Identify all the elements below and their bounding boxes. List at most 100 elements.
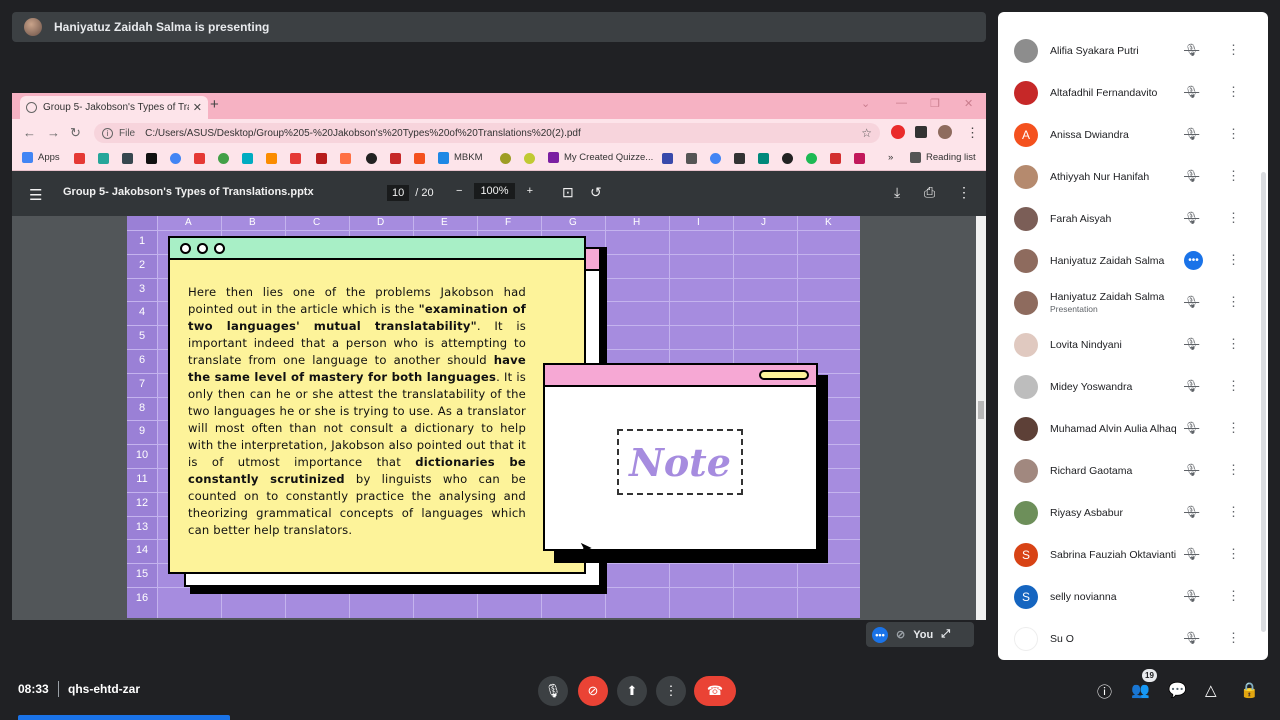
pdf-scrollbar[interactable] xyxy=(976,216,986,620)
participant-row[interactable]: Haniyatuz Zaidah Salma Presentation 🎙 ⋮ xyxy=(998,282,1260,324)
participant-menu-icon[interactable]: ⋮ xyxy=(1227,504,1240,520)
more-options-icon[interactable]: ⋮ xyxy=(957,184,971,201)
mic-muted-icon[interactable]: 🎙 xyxy=(1184,295,1199,309)
mic-muted-icon[interactable]: 🎙 xyxy=(1184,631,1199,645)
back-icon[interactable]: ← xyxy=(23,125,36,140)
more-options-button[interactable]: ⋮ xyxy=(656,676,686,706)
participant-menu-icon[interactable]: ⋮ xyxy=(1227,420,1240,436)
download-icon[interactable]: ⤓ xyxy=(894,184,900,201)
host-controls-icon[interactable]: 🔒 xyxy=(1240,681,1259,699)
participant-row[interactable]: Midey Yoswandra 🎙 ⋮ xyxy=(998,366,1260,408)
maximize-button[interactable]: ❐ xyxy=(930,97,940,110)
participant-row[interactable]: Su O 🎙 ⋮ xyxy=(998,618,1260,660)
participant-menu-icon[interactable]: ⋮ xyxy=(1227,630,1240,646)
speaking-indicator-icon[interactable]: ••• xyxy=(1184,251,1203,270)
whatsapp-icon[interactable] xyxy=(218,153,229,164)
extensions-puzzle-icon[interactable] xyxy=(915,126,927,138)
bookmark-icon[interactable] xyxy=(316,153,327,164)
bookmark-icon[interactable] xyxy=(290,153,301,164)
mic-muted-icon[interactable]: 🎙 xyxy=(1184,85,1199,99)
participant-row[interactable]: Sselly novianna 🎙 ⋮ xyxy=(998,576,1260,618)
participant-menu-icon[interactable]: ⋮ xyxy=(1227,336,1240,352)
bookmark-icon[interactable] xyxy=(242,153,253,164)
mic-muted-icon[interactable]: 🎙 xyxy=(1184,169,1199,183)
expand-icon[interactable]: ⤢ xyxy=(941,628,950,641)
info-icon[interactable]: ⓘ xyxy=(1097,681,1112,702)
bookmark-icon[interactable] xyxy=(686,153,697,164)
bookmark-icon[interactable] xyxy=(734,153,745,164)
mic-muted-icon[interactable]: 🎙 xyxy=(1184,463,1199,477)
bookmark-icon[interactable] xyxy=(366,153,377,164)
scrollbar-thumb[interactable] xyxy=(978,401,984,419)
bookmark-icon[interactable] xyxy=(122,153,133,164)
more-icon[interactable]: ••• xyxy=(872,626,888,643)
participant-menu-icon[interactable]: ⋮ xyxy=(1227,42,1240,58)
google-icon[interactable] xyxy=(710,153,721,164)
participant-row[interactable]: Haniyatuz Zaidah Salma ••• ⋮ xyxy=(998,240,1260,282)
people-icon[interactable]: 👥 xyxy=(1131,681,1150,699)
participant-row[interactable]: Alifia Syakara Putri 🎙 ⋮ xyxy=(998,30,1260,72)
participant-menu-icon[interactable]: ⋮ xyxy=(1227,168,1240,184)
participant-menu-icon[interactable]: ⋮ xyxy=(1227,210,1240,226)
tab-search-icon[interactable]: ⌄ xyxy=(861,97,870,110)
zoom-out-icon[interactable]: − xyxy=(456,185,462,197)
bookmark-quizzes[interactable]: My Created Quizze... xyxy=(548,152,653,163)
zoom-input[interactable]: 100% xyxy=(474,183,515,199)
bookmark-icon[interactable] xyxy=(74,153,85,164)
browser-tab[interactable]: Group 5- Jakobson's Types of Tra ✕ xyxy=(20,96,208,119)
bookmark-icon[interactable] xyxy=(146,153,157,164)
bookmark-icon[interactable] xyxy=(854,153,865,164)
browser-menu-icon[interactable]: ⋮ xyxy=(966,125,979,141)
opera-extension-icon[interactable] xyxy=(891,125,905,139)
profile-avatar[interactable] xyxy=(938,125,952,139)
mic-muted-icon[interactable]: 🎙 xyxy=(1184,421,1199,435)
bookmark-icon[interactable] xyxy=(414,153,425,164)
self-tile[interactable]: ••• ⊘ You ⤢ xyxy=(866,622,974,647)
chat-icon[interactable]: 💬 xyxy=(1168,681,1187,699)
reading-list[interactable]: Reading list xyxy=(910,152,976,163)
pdf-viewer[interactable]: 1 2 3 4 5 6 7 8 9 10 11 12 13 14 15 16 ABCDEFGHIJK Here… xyxy=(12,216,986,620)
bookmark-icon[interactable] xyxy=(170,153,181,164)
mic-muted-icon[interactable]: 🎙 xyxy=(1184,547,1199,561)
activities-icon[interactable]: △ xyxy=(1205,681,1217,699)
bookmark-mbkm[interactable]: MBKM xyxy=(438,152,483,163)
participants-scrollbar[interactable] xyxy=(1261,172,1266,632)
participant-menu-icon[interactable]: ⋮ xyxy=(1227,588,1240,604)
participant-menu-icon[interactable]: ⋮ xyxy=(1227,378,1240,394)
mic-button[interactable]: 🎙 xyxy=(538,676,568,706)
reload-icon[interactable]: ↻ xyxy=(70,125,81,141)
participant-row[interactable]: Farah Aisyah 🎙 ⋮ xyxy=(998,198,1260,240)
spotify-icon[interactable] xyxy=(806,153,817,164)
participant-row[interactable]: Richard Gaotama 🎙 ⋮ xyxy=(998,450,1260,492)
participant-row[interactable]: A Anissa Dwiandra 🎙 ⋮ xyxy=(998,114,1260,156)
fit-page-icon[interactable]: ⊡ xyxy=(562,184,574,201)
minimize-button[interactable]: — xyxy=(896,97,907,109)
bookmark-icon[interactable] xyxy=(662,153,673,164)
rotate-icon[interactable]: ↺ xyxy=(590,184,602,201)
url-field[interactable]: i File C:/Users/ASUS/Desktop/Group%205-%… xyxy=(94,123,880,143)
participant-menu-icon[interactable]: ⋮ xyxy=(1227,126,1240,142)
camera-button[interactable]: ⊘ xyxy=(578,676,608,706)
bookmark-icon[interactable] xyxy=(758,153,769,164)
end-call-button[interactable]: ☎ xyxy=(694,676,736,706)
info-icon[interactable]: i xyxy=(102,127,113,139)
participant-menu-icon[interactable]: ⋮ xyxy=(1227,252,1240,268)
close-window-button[interactable]: ✕ xyxy=(964,97,973,110)
print-icon[interactable]: ⎙ xyxy=(924,184,935,201)
bookmark-icon[interactable] xyxy=(98,153,109,164)
bookmark-icon[interactable] xyxy=(782,153,793,164)
new-tab-button[interactable]: + xyxy=(210,96,219,113)
bookmark-apps[interactable]: Apps xyxy=(22,152,60,163)
bookmark-icon[interactable] xyxy=(340,153,351,164)
mic-muted-icon[interactable]: 🎙 xyxy=(1184,505,1199,519)
mic-muted-icon[interactable]: 🎙 xyxy=(1184,211,1199,225)
participant-row[interactable]: Riyasy Asbabur 🎙 ⋮ xyxy=(998,492,1260,534)
mic-muted-icon[interactable]: 🎙 xyxy=(1184,127,1199,141)
menu-icon[interactable]: ☰ xyxy=(29,186,42,204)
bookmark-icon[interactable] xyxy=(194,153,205,164)
bookmark-icon[interactable] xyxy=(266,153,277,164)
participant-row[interactable]: Altafadhil Fernandavito 🎙 ⋮ xyxy=(998,72,1260,114)
participant-row[interactable]: S Sabrina Fauziah Oktavianti 🎙 ⋮ xyxy=(998,534,1260,576)
participant-menu-icon[interactable]: ⋮ xyxy=(1227,84,1240,100)
bookmark-icon[interactable] xyxy=(390,153,401,164)
